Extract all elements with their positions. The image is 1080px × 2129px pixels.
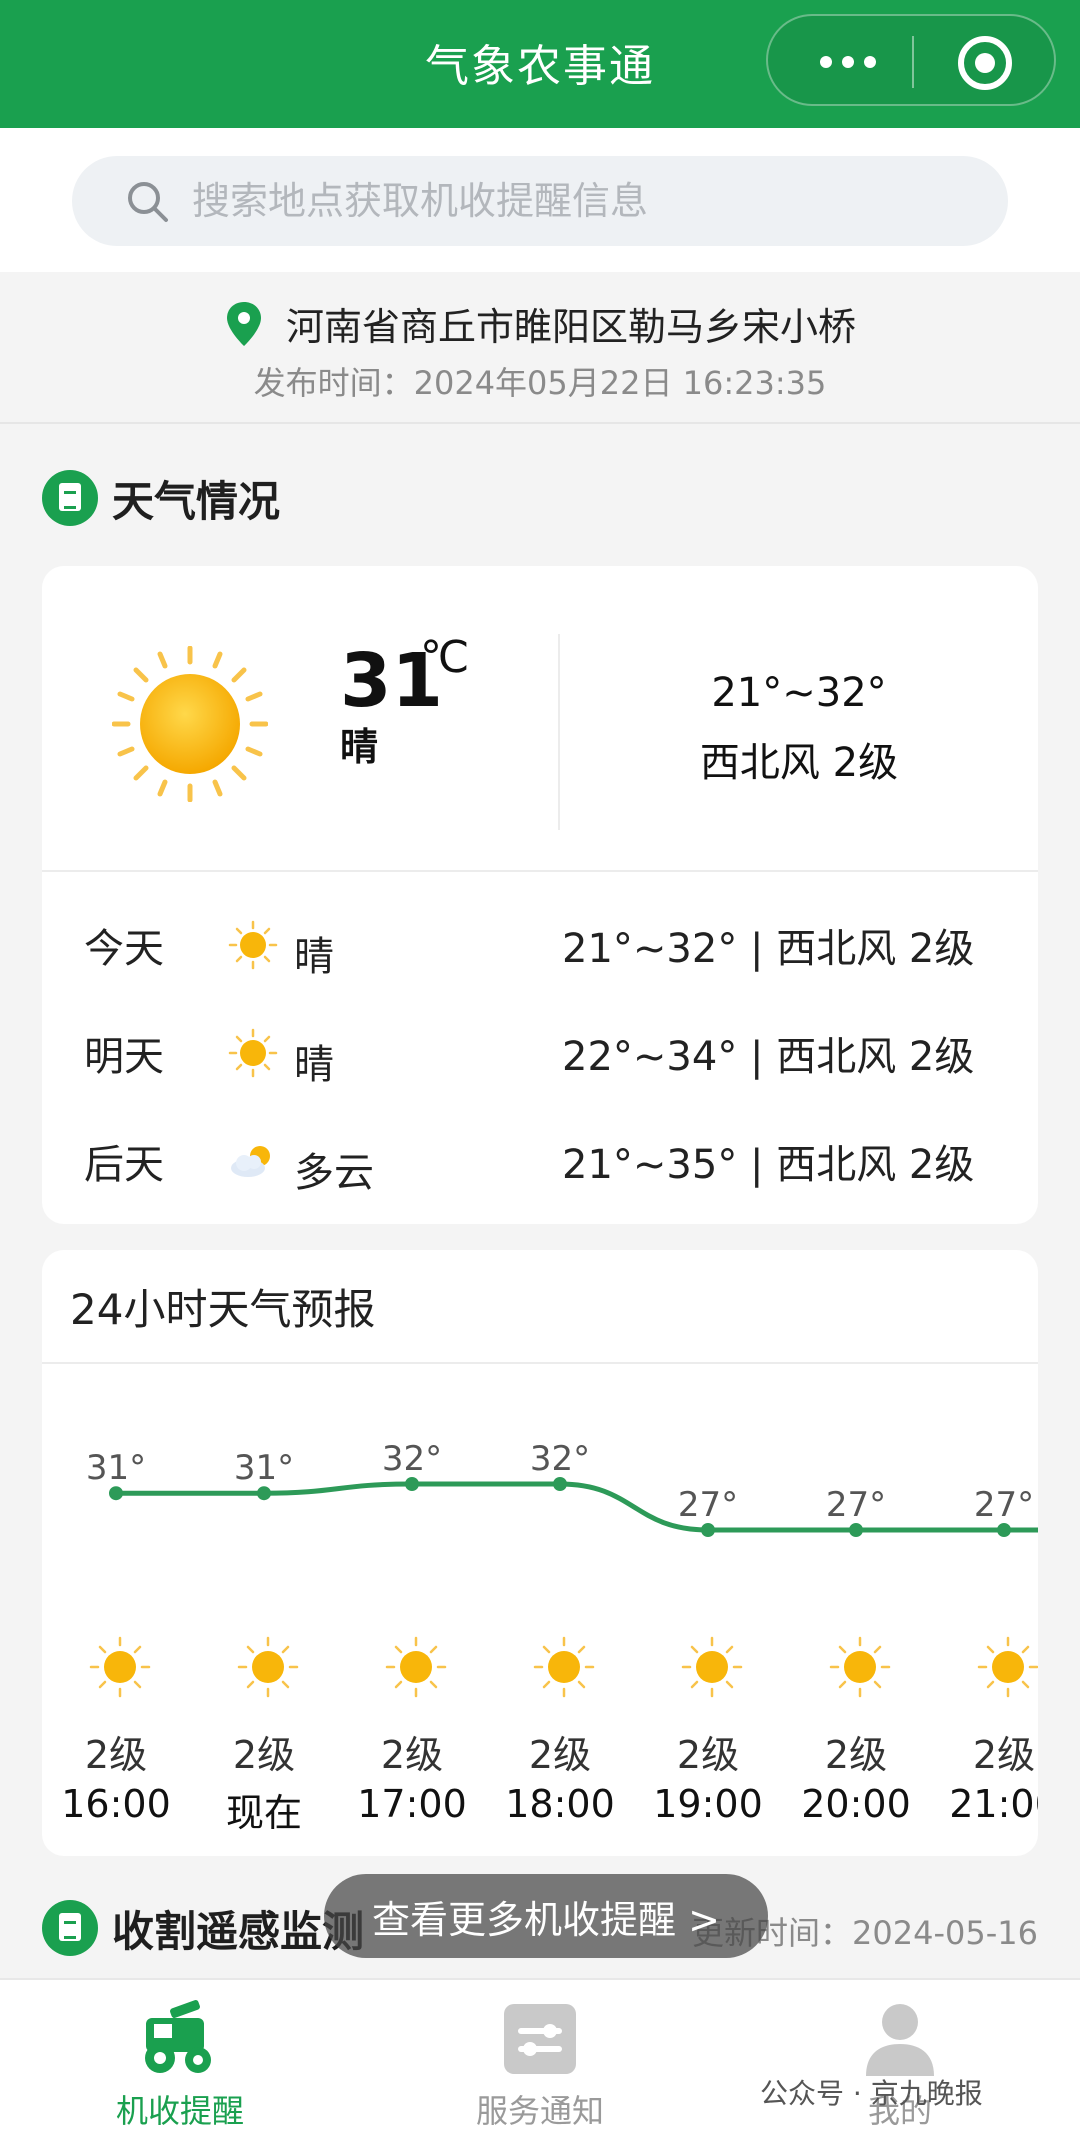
miniprogram-capsule [766,14,1056,106]
publish-time: 发布时间：2024年05月22日 16:23:35 [253,364,827,402]
temperature-label: 27° [974,1485,1034,1525]
forecast-info: 21°~32° | 西北风 2级 [562,926,975,972]
tab-label: 服务通知 [475,2092,604,2129]
hourly-wind: 2级 [84,1733,148,1777]
forecast-day: 今天 [84,926,164,972]
forecast-condition: 晴 [294,934,334,980]
search-bar[interactable] [72,156,1008,246]
sun-icon [228,1028,278,1078]
more-reminders-button[interactable]: 查看更多机收提醒 > [324,1874,768,1958]
temperature-point [257,1486,271,1501]
hourly-title: 24小时天气预报 [70,1285,376,1334]
forecast-condition: 多云 [294,1150,374,1196]
sun-icon [533,1636,595,1698]
forecast-row-day-after: 后天 多云 21°~35° | 西北风 2级 [42,1118,1038,1198]
current-wind: 西北风 2级 [699,740,899,786]
temperature-label: 27° [826,1485,886,1525]
weather-section-title: 天气情况 [112,476,281,526]
location-address: 河南省商丘市睢阳区勒马乡宋小桥 [285,305,856,349]
watermark: 公众号 · 京九晚报 [760,2077,983,2110]
more-icon[interactable] [808,34,888,90]
hourly-time: 19:00 [653,1782,763,1826]
location-panel: 河南省商丘市睢阳区勒马乡宋小桥 发布时间：2024年05月22日 16:23:3… [0,272,1080,424]
document-icon [42,470,98,526]
user-icon [866,2004,934,2076]
sun-icon [385,1636,447,1698]
harvest-section-header: 收割遥感监测 [42,1898,364,1958]
forecast-condition: 晴 [294,1042,334,1088]
search-input[interactable] [192,172,972,230]
sun-icon [237,1636,299,1698]
tab-harvest-reminder[interactable]: 机收提醒 [30,1996,330,2129]
hourly-time: 17:00 [357,1782,467,1826]
sliders-icon [504,2004,576,2074]
forecast-info: 21°~35° | 西北风 2级 [562,1142,975,1188]
hourly-wind: 2级 [824,1733,888,1777]
temperature-point [701,1523,715,1537]
hourly-wind: 2级 [232,1733,296,1777]
forecast-row-today: 今天 晴 21°~32° | 西北风 2级 [42,902,1038,982]
location-line[interactable]: 河南省商丘市睢阳区勒马乡宋小桥 [0,296,1080,351]
sun-icon [829,1636,891,1698]
hourly-time: 16:00 [61,1782,171,1826]
current-temp-range: 21°~32° [711,670,887,716]
hourly-wind: 2级 [972,1733,1036,1777]
tab-label: 机收提醒 [115,2092,244,2129]
tab-service-notice[interactable]: 服务通知 [390,1996,690,2129]
document-icon [42,1900,98,1956]
sun-icon [228,920,278,970]
cloudy-icon [231,1146,270,1177]
hourly-temperature-chart: 31° 31° 32° 32° 27° 27° 27° [86,1439,1038,1537]
sun-icon [681,1636,743,1698]
current-condition: 晴 [340,725,379,769]
close-icon[interactable] [958,36,1012,90]
hourly-time: 18:00 [505,1782,615,1826]
temperature-point [405,1477,419,1491]
temperature-label: 31° [86,1448,146,1488]
sun-icon [977,1636,1038,1698]
temperature-point [849,1523,863,1537]
forecast-day: 明天 [84,1034,164,1080]
temperature-label: 31° [234,1448,294,1488]
temperature-point [553,1477,567,1491]
sun-icon [89,1636,151,1698]
temperature-label: 27° [678,1485,738,1525]
temperature-point [997,1523,1011,1537]
hourly-wind: 2级 [528,1733,592,1777]
temperature-label: 32° [382,1439,442,1479]
hourly-wind: 2级 [676,1733,740,1777]
temperature-line [116,1481,1038,1533]
hourly-time: 20:00 [801,1782,911,1826]
capsule-divider [912,36,914,88]
temperature-label: 32° [530,1439,590,1479]
temperature-unit: ℃ [420,632,470,683]
harvester-icon [145,2000,211,2073]
hourly-time: 21:00 [949,1782,1038,1826]
hourly-wind: 2级 [380,1733,444,1777]
location-pin-icon [226,301,261,346]
temperature-point [109,1486,123,1501]
forecast-day: 后天 [84,1142,164,1188]
sun-icon [112,646,268,802]
hourly-columns: 2级 16:00 2级现在 2级 17:00 2级 18:00 2级 19:00 2级 20:00 2… [0,1580,1038,1850]
app-header: 气象农事通 [0,0,1080,128]
weather-section-header: 天气情况 [42,468,280,528]
current-weather: 31 ℃ 晴 21°~32° 西北风 2级 [42,566,1038,872]
forecast-info: 22°~34° | 西北风 2级 [562,1034,975,1080]
hourly-time: 现在 [225,1791,302,1835]
search-section [0,128,1080,272]
search-icon [128,182,168,222]
weather-card: 31 ℃ 晴 21°~32° 西北风 2级 今天 晴 21°~32° | 西北风… [42,566,1038,1224]
forecast-row-tomorrow: 明天 晴 22°~34° | 西北风 2级 [42,1010,1038,1090]
